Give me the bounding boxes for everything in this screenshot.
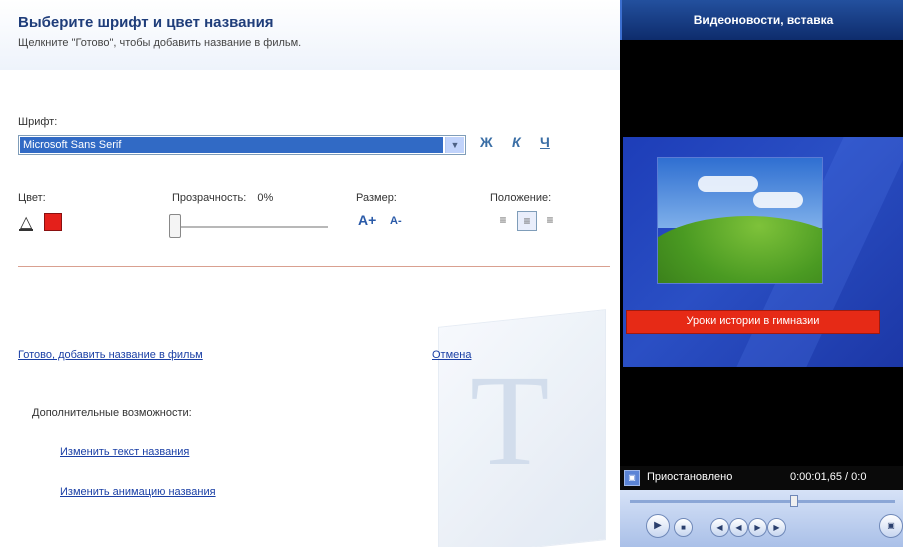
photo-cloud [753, 192, 803, 208]
chevron-down-icon[interactable]: ▼ [445, 137, 464, 153]
seek-thumb[interactable] [790, 495, 798, 507]
more-options-label: Дополнительные возможности: [32, 407, 192, 419]
font-dropdown[interactable]: Microsoft Sans Serif ▼ [18, 135, 466, 155]
bold-button[interactable]: Ж [480, 134, 493, 150]
player-status: Приостановлено [647, 471, 733, 483]
photo-cloud [698, 176, 758, 192]
transparency-slider-thumb[interactable] [169, 214, 181, 238]
page-title: Выберите шрифт и цвет названия [18, 14, 274, 31]
divider [18, 266, 610, 267]
split-clip-icon[interactable]: ▣ [879, 514, 903, 538]
position-label: Положение: [490, 192, 552, 204]
next-frame-icon[interactable]: ▶ [767, 518, 786, 537]
align-left-icon[interactable]: ≡ [494, 211, 512, 229]
play-icon[interactable]: ▶ [646, 514, 670, 538]
font-dropdown-value: Microsoft Sans Serif [20, 137, 443, 153]
preview-monitor: Видеоновости, вставка Уроки истории в ги… [620, 0, 903, 547]
transparency-value: 0% [257, 192, 274, 204]
transparency-label-text: Прозрачность: [172, 192, 247, 204]
text-color-icon[interactable]: △ [19, 212, 33, 232]
cancel-link[interactable]: Отмена [432, 349, 471, 361]
done-link[interactable]: Готово, добавить название в фильм [18, 349, 203, 361]
title-editor-panel: Выберите шрифт и цвет названия Щелкните … [0, 0, 620, 547]
monitor-icon: ▣ [624, 470, 640, 486]
transparency-label: Прозрачность: 0% [172, 192, 273, 204]
preview-title: Видеоновости, вставка [693, 13, 834, 27]
player-controls: ▶ ■ ◀ ◀ ▶ ▶ ▣ [620, 490, 903, 547]
photo-grass [658, 216, 822, 283]
increase-size-button[interactable]: A+ [358, 212, 376, 228]
font-label: Шрифт: [18, 116, 58, 128]
player-time: 0:00:01,65 / 0:0 [790, 471, 867, 483]
preview-title-bar: Видеоновости, вставка [620, 0, 903, 40]
rewind-icon[interactable]: ◀ [729, 518, 748, 537]
title-t-icon: T [470, 349, 550, 493]
title-caption-text: Уроки истории в гимназии [686, 315, 820, 327]
align-right-icon[interactable]: ≡ [541, 211, 559, 229]
player-status-bar: ▣ Приостановлено 0:00:01,65 / 0:0 [620, 466, 903, 490]
size-label: Размер: [356, 192, 397, 204]
forward-icon[interactable]: ▶ [748, 518, 767, 537]
edit-title-animation-link[interactable]: Изменить анимацию названия [60, 486, 216, 498]
title-caption-bar: Уроки истории в гимназии [626, 310, 880, 334]
transparency-slider-track[interactable] [176, 226, 328, 228]
edit-title-text-link[interactable]: Изменить текст названия [60, 446, 189, 458]
stop-icon[interactable]: ■ [674, 518, 693, 537]
panel-header: Выберите шрифт и цвет названия Щелкните … [0, 0, 620, 70]
seek-bar[interactable] [630, 500, 895, 503]
preview-photo [657, 157, 823, 284]
underline-button[interactable]: Ч [540, 134, 550, 150]
color-swatch-button[interactable] [44, 213, 62, 231]
page-subtitle: Щелкните "Готово", чтобы добавить назван… [18, 37, 302, 49]
align-center-icon[interactable]: ≡ [517, 211, 537, 231]
previous-frame-icon[interactable]: ◀ [710, 518, 729, 537]
color-label: Цвет: [18, 192, 46, 204]
decrease-size-button[interactable]: A- [390, 215, 402, 227]
italic-button[interactable]: К [512, 134, 521, 150]
